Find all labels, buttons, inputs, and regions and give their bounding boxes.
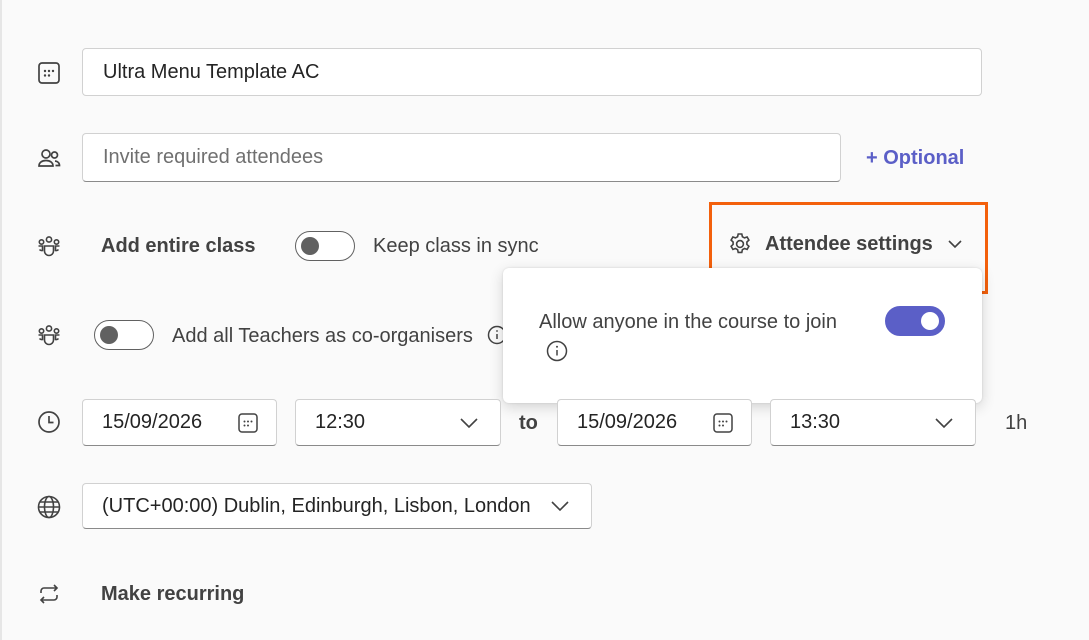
allow-anyone-toggle[interactable] [885, 306, 945, 336]
calendar-icon[interactable] [237, 412, 259, 434]
meeting-title-input[interactable] [83, 49, 981, 95]
clock-icon [36, 409, 62, 435]
chevron-down-icon [933, 412, 955, 434]
start-time-dropdown[interactable]: 12:30 [295, 399, 501, 446]
start-time-value: 12:30 [315, 411, 366, 433]
make-recurring-button[interactable]: Make recurring [101, 583, 244, 606]
to-label: to [519, 412, 538, 434]
attendees-field[interactable] [82, 133, 841, 182]
end-time-value: 13:30 [790, 411, 841, 433]
keep-class-sync-label: Keep class in sync [373, 235, 539, 257]
optional-attendees-link[interactable]: + Optional [866, 147, 964, 170]
globe-icon [36, 494, 62, 520]
repeat-icon [36, 581, 62, 607]
toggle-knob [301, 237, 319, 255]
end-date-value: 15/09/2026 [577, 411, 678, 433]
timezone-value: (UTC+00:00) Dublin, Edinburgh, Lisbon, L… [102, 494, 531, 517]
end-time-dropdown[interactable]: 13:30 [770, 399, 976, 446]
class-icon [36, 233, 62, 259]
calendar-icon[interactable] [712, 412, 734, 434]
title-icon [36, 60, 62, 86]
info-icon[interactable] [546, 340, 568, 362]
keep-class-sync-toggle[interactable] [295, 231, 355, 261]
toggle-knob [921, 312, 939, 330]
meeting-title-field[interactable] [82, 48, 982, 96]
toggle-knob [100, 326, 118, 344]
end-date-field[interactable]: 15/09/2026 [557, 399, 752, 446]
start-date-value: 15/09/2026 [102, 411, 203, 433]
left-divider [0, 0, 2, 640]
start-date-field[interactable]: 15/09/2026 [82, 399, 277, 446]
timezone-dropdown[interactable]: (UTC+00:00) Dublin, Edinburgh, Lisbon, L… [82, 483, 592, 529]
teachers-icon [36, 322, 62, 348]
attendee-settings-popover: Allow anyone in the course to join [503, 268, 982, 403]
attendees-input[interactable] [83, 134, 840, 181]
teachers-coorganisers-label: Add all Teachers as co-organisers [172, 325, 473, 347]
duration-label: 1h [1005, 412, 1028, 434]
chevron-down-icon [549, 495, 571, 517]
chevron-down-icon [458, 412, 480, 434]
teachers-coorganisers-toggle[interactable] [94, 320, 154, 350]
people-icon [36, 145, 62, 171]
allow-anyone-label: Allow anyone in the course to join [539, 311, 837, 333]
add-entire-class-label: Add entire class [101, 235, 256, 257]
